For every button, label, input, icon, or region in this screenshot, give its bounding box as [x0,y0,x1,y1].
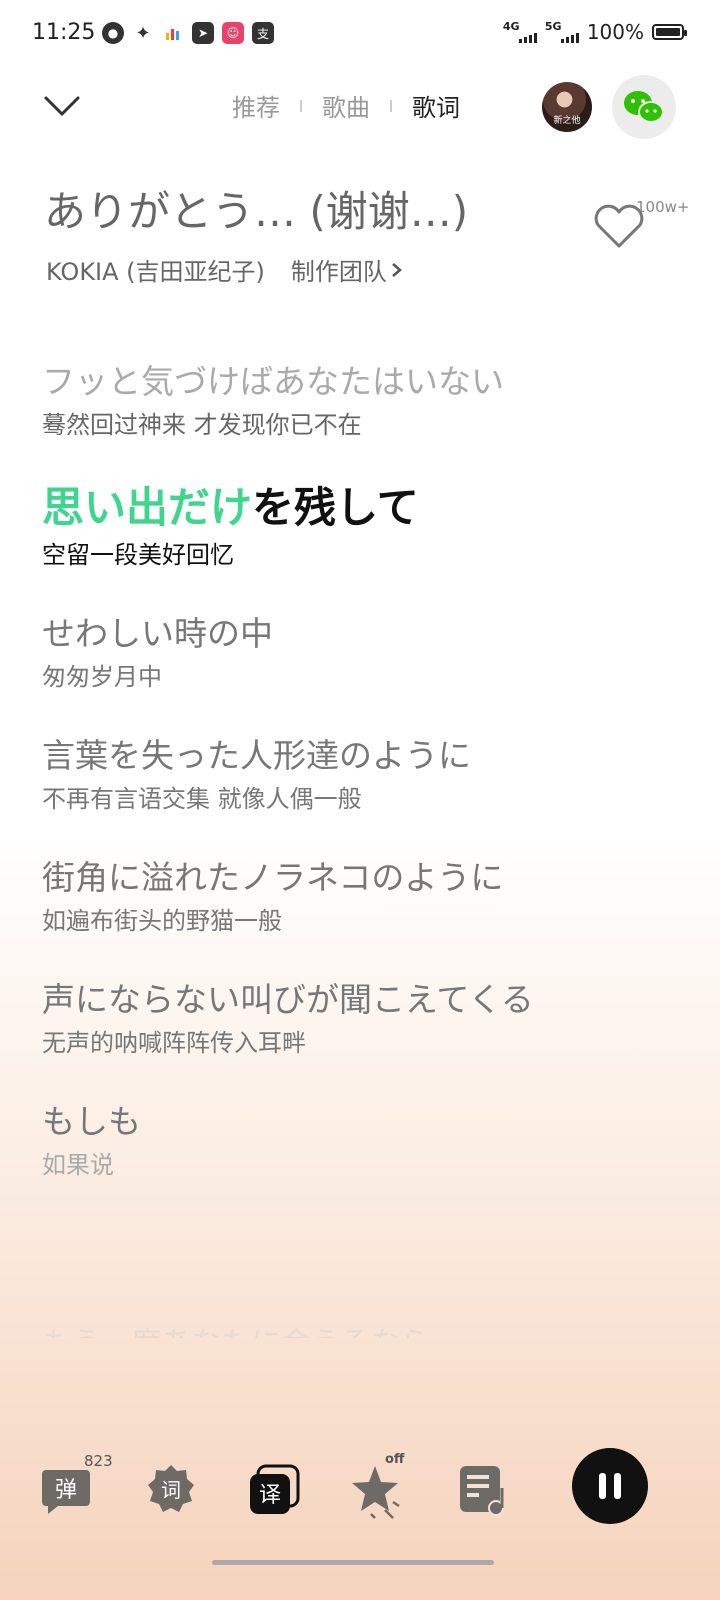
artist-row: KOKIA (吉田亚纪子) 制作团队 [46,252,405,287]
lyric-line-faded: もう一度あなたに会えるなら [42,1318,430,1338]
lyric-line[interactable]: 声にならない叫びが聞こえてくる 无声的呐喊阵阵传入耳畔 [42,978,682,1060]
lyric-translation: 如果说 [42,1151,114,1179]
lyric-line[interactable]: せわしい時の中 匆匆岁月中 [42,612,682,694]
lyric-line[interactable]: 街角に溢れたノラネコのように 如遍布街头的野猫一般 [42,856,682,938]
home-indicator[interactable] [212,1560,494,1565]
lyric-line-past[interactable]: フッと気づけばあなたはいない 蓦然回过神来 才发现你已不在 [42,360,682,442]
lyrics-list[interactable]: フッと気づけばあなたはいない 蓦然回过神来 才发现你已不在 思い出だけを残して … [42,360,682,1222]
chart-app-icon [162,22,184,44]
bottom-toolbar: 弹 823 词 译 off [0,1440,720,1550]
lyric-sung-part: 思い出だけ [42,483,253,532]
credits-link[interactable]: 制作团队 [291,252,405,287]
user-avatar[interactable]: 新之他 [542,82,592,132]
lyric-original: 思い出だけを残して [42,482,682,534]
wechat-share-button[interactable] [612,75,676,139]
pause-button[interactable] [572,1448,648,1524]
tab-divider [390,99,392,112]
battery-percent: 100% [586,20,644,44]
signal-5g-icon: 5G [545,21,579,43]
lyrics-poster-button[interactable]: 词 [143,1462,203,1522]
star-effect-icon [352,1466,400,1519]
lyric-original: せわしい時の中 [42,614,273,653]
lyrics-badge-icon: 词 [148,1465,194,1512]
lyric-original: もしも [42,1102,141,1141]
chevron-down-icon [44,96,80,117]
svg-text:弹: 弹 [55,1478,77,1503]
lyric-original: フッと気づけばあなたはいない [42,362,504,401]
status-right: 4G 5G 100% [503,20,687,44]
top-nav: 推荐 歌曲 歌词 新之他 [0,72,720,142]
translate-button[interactable]: 译 [246,1462,306,1522]
lyric-original: 言葉を失った人形達のように [42,736,471,775]
lyric-translation: 不再有言语交集 就像人偶一般 [42,785,362,813]
credits-label: 制作团队 [290,258,387,286]
collapse-button[interactable] [42,90,82,120]
telecom-icon: ✦ [135,22,151,44]
lyric-translation: 无声的呐喊阵阵传入耳畔 [42,1029,306,1057]
effect-button[interactable]: off [349,1452,409,1522]
status-time: 11:25 [32,20,96,45]
tab-divider [300,99,302,112]
signal-4g-icon: 4G [503,21,537,43]
battery-icon [652,24,687,40]
lyric-original: 街角に溢れたノラネコのように [42,858,504,897]
notification-icons: ● ✦ ➤ ☺ 支 [102,22,274,44]
tab-lyrics[interactable]: 歌词 [412,88,460,123]
chevron-right-icon [392,262,402,277]
like-count: 100w+ [636,198,690,216]
lyric-line[interactable]: 言葉を失った人形達のように 不再有言语交集 就像人偶一般 [42,734,682,816]
tab-recommend[interactable]: 推荐 [232,88,280,123]
pet-app-icon: ☺ [222,22,244,44]
lyric-translation: 蓦然回过神来 才发现你已不在 [42,411,362,439]
playlist-button[interactable] [456,1462,516,1522]
artist-name[interactable]: KOKIA (吉田亚纪子) [46,252,265,287]
song-title: ありがとう… (谢谢…) [44,187,469,236]
send-app-icon: ➤ [192,22,214,44]
tab-bar: 推荐 歌曲 歌词 [232,88,460,123]
svg-text:译: 译 [259,1483,281,1508]
effect-state: off [385,1452,405,1467]
app-notification-icon: ● [102,22,124,44]
lyric-translation: 如遍布街头的野猫一般 [42,907,282,935]
lyric-translation: 匆匆岁月中 [42,663,162,691]
lyric-translation: 空留一段美好回忆 [42,541,234,569]
tab-song[interactable]: 歌曲 [322,88,370,123]
pause-icon [595,1473,625,1499]
danmaku-icon: 弹 [42,1470,90,1514]
lyric-line-current[interactable]: 思い出だけを残して 空留一段美好回忆 [42,482,682,572]
danmaku-button[interactable]: 弹 823 [40,1452,113,1522]
svg-text:词: 词 [161,1478,181,1502]
wechat-icon [624,91,664,123]
lyric-unsung-part: を残して [252,483,419,532]
status-bar: 11:25 ● ✦ ➤ ☺ 支 4G 5G 100% [0,0,720,70]
lyric-original: 声にならない叫びが聞こえてくる [42,980,534,1019]
danmaku-count: 823 [84,1452,113,1470]
translate-icon: 译 [250,1464,300,1514]
lyric-line[interactable]: もしも 如果说 [42,1100,682,1182]
pay-app-icon: 支 [252,22,274,44]
playlist-icon [460,1466,504,1516]
